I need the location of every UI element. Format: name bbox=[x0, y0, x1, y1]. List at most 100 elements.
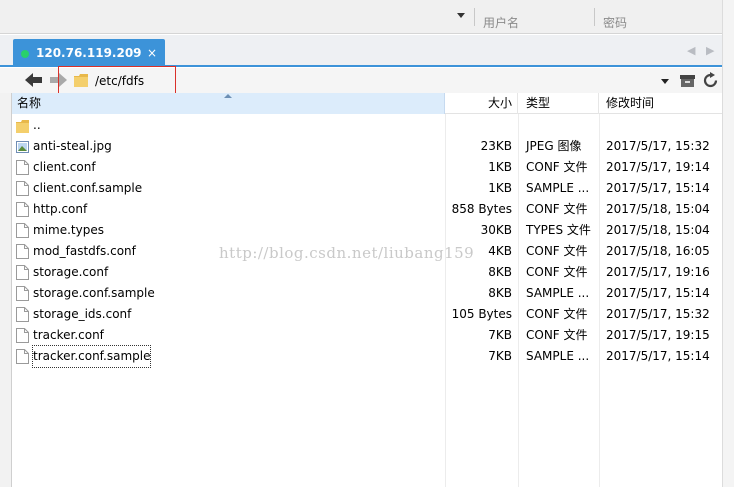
file-icon bbox=[16, 328, 29, 343]
divider bbox=[594, 8, 595, 26]
file-size: 8KB bbox=[488, 265, 512, 279]
file-icon bbox=[16, 223, 29, 238]
session-tab-strip: 120.76.119.209 × ◀ ▶ bbox=[0, 35, 734, 67]
address-bar: /etc/fdfs bbox=[0, 66, 722, 95]
file-name: tracker.conf bbox=[33, 328, 104, 342]
tab-scroll-left-icon[interactable]: ◀ bbox=[687, 44, 695, 57]
file-modified: 2017/5/17, 19:16 bbox=[606, 265, 710, 279]
file-type: TYPES 文件 bbox=[526, 223, 591, 237]
file-icon bbox=[16, 286, 29, 301]
tab-scroll-right-icon[interactable]: ▶ bbox=[706, 44, 714, 57]
vertical-scrollbar[interactable] bbox=[722, 0, 734, 487]
file-size: 23KB bbox=[480, 139, 512, 153]
file-type: CONF 文件 bbox=[526, 160, 588, 174]
file-icon bbox=[16, 244, 29, 259]
file-name: anti-steal.jpg bbox=[33, 139, 112, 153]
folder-icon bbox=[16, 120, 29, 133]
file-modified: 2017/5/18, 15:04 bbox=[606, 202, 710, 216]
file-size: 858 Bytes bbox=[451, 202, 512, 216]
column-header-modified[interactable]: 修改时间 bbox=[600, 93, 722, 114]
file-icon bbox=[16, 181, 29, 196]
file-type: SAMPLE ... bbox=[526, 349, 590, 363]
file-name: client.conf.sample bbox=[33, 181, 143, 195]
file-row[interactable]: mime.types 30KB TYPES 文件 2017/5/18, 15:04 bbox=[12, 220, 722, 241]
file-type: CONF 文件 bbox=[526, 265, 588, 279]
refresh-icon[interactable] bbox=[702, 72, 719, 89]
file-size: 30KB bbox=[480, 223, 512, 237]
column-header-type-label: 类型 bbox=[526, 96, 551, 110]
file-modified: 2017/5/17, 15:14 bbox=[606, 349, 710, 363]
file-row[interactable]: storage.conf.sample 8KB SAMPLE ... 2017/5/1… bbox=[12, 283, 722, 304]
file-type: JPEG 图像 bbox=[526, 139, 582, 153]
back-arrow-icon[interactable] bbox=[25, 73, 43, 87]
left-pane-edge bbox=[0, 93, 12, 487]
file-row[interactable]: storage_ids.conf 105 Bytes CONF 文件 2017/5/1… bbox=[12, 304, 722, 325]
column-header-row: 名称 大小 类型 修改时间 bbox=[12, 93, 722, 114]
file-type: CONF 文件 bbox=[526, 328, 588, 342]
file-row[interactable]: client.conf.sample 1KB SAMPLE ... 2017/5/17… bbox=[12, 178, 722, 199]
file-modified: 2017/5/17, 15:32 bbox=[606, 307, 710, 321]
file-size: 8KB bbox=[488, 286, 512, 300]
file-row[interactable]: anti-steal.jpg 23KB JPEG 图像 2017/5/17, 15:3… bbox=[12, 136, 722, 157]
file-size: 105 Bytes bbox=[451, 307, 512, 321]
session-tab-label: 120.76.119.209 bbox=[36, 46, 142, 60]
file-modified: 2017/5/18, 16:05 bbox=[606, 244, 710, 258]
file-icon bbox=[16, 349, 29, 364]
file-type: SAMPLE ... bbox=[526, 181, 590, 195]
path-highlight-box bbox=[58, 66, 176, 95]
column-header-size[interactable]: 大小 bbox=[446, 93, 518, 114]
file-icon bbox=[16, 160, 29, 175]
file-list: 名称 大小 类型 修改时间 .. anti-steal.jpg 23KB JPEG 图… bbox=[12, 93, 722, 487]
file-row[interactable]: client.conf 1KB CONF 文件 2017/5/17, 19:14 bbox=[12, 157, 722, 178]
file-name: storage_ids.conf bbox=[33, 307, 132, 321]
file-size: 1KB bbox=[488, 160, 512, 174]
host-dropdown-arrow-icon[interactable] bbox=[457, 13, 465, 18]
file-name: storage.conf bbox=[33, 265, 109, 279]
file-row[interactable]: http.conf 858 Bytes CONF 文件 2017/5/18, 15:0… bbox=[12, 199, 722, 220]
file-row[interactable]: mod_fastdfs.conf 4KB CONF 文件 2017/5/18, 16:… bbox=[12, 241, 722, 262]
session-tab[interactable]: 120.76.119.209 × bbox=[13, 39, 165, 67]
file-modified: 2017/5/17, 19:15 bbox=[606, 328, 710, 342]
file-row[interactable]: storage.conf 8KB CONF 文件 2017/5/17, 19:16 bbox=[12, 262, 722, 283]
column-header-type[interactable]: 类型 bbox=[519, 93, 599, 114]
file-type: SAMPLE ... bbox=[526, 286, 590, 300]
column-header-name[interactable]: 名称 bbox=[12, 93, 445, 114]
file-modified: 2017/5/17, 19:14 bbox=[606, 160, 710, 174]
connect-bar: 用户名 密码 bbox=[0, 0, 734, 34]
connected-status-icon bbox=[21, 50, 29, 58]
file-size: 7KB bbox=[488, 328, 512, 342]
file-name: client.conf bbox=[33, 160, 96, 174]
file-icon bbox=[16, 307, 29, 322]
file-name: storage.conf.sample bbox=[33, 286, 155, 300]
file-name: .. bbox=[33, 118, 41, 132]
file-row[interactable]: tracker.conf 7KB CONF 文件 2017/5/17, 19:15 bbox=[12, 325, 722, 346]
sort-ascending-icon bbox=[224, 94, 232, 98]
file-name: tracker.conf.sample bbox=[31, 345, 152, 368]
file-type: CONF 文件 bbox=[526, 202, 588, 216]
file-icon bbox=[16, 265, 29, 280]
file-type: CONF 文件 bbox=[526, 244, 588, 258]
file-modified: 2017/5/17, 15:14 bbox=[606, 286, 710, 300]
file-modified: 2017/5/17, 15:14 bbox=[606, 181, 710, 195]
file-name: http.conf bbox=[33, 202, 88, 216]
file-size: 1KB bbox=[488, 181, 512, 195]
file-type: CONF 文件 bbox=[526, 307, 588, 321]
column-header-modified-label: 修改时间 bbox=[606, 96, 655, 110]
file-row[interactable]: .. bbox=[12, 115, 722, 136]
close-tab-icon[interactable]: × bbox=[147, 46, 157, 60]
divider bbox=[474, 8, 475, 26]
path-dropdown-arrow-icon[interactable] bbox=[661, 79, 669, 84]
file-size: 4KB bbox=[488, 244, 512, 258]
password-field[interactable]: 密码 bbox=[603, 14, 627, 31]
username-field[interactable]: 用户名 bbox=[483, 14, 519, 31]
image-file-icon bbox=[16, 141, 29, 153]
file-name: mime.types bbox=[33, 223, 104, 237]
file-name: mod_fastdfs.conf bbox=[33, 244, 136, 258]
file-modified: 2017/5/17, 15:32 bbox=[606, 139, 710, 153]
column-header-name-label: 名称 bbox=[17, 96, 42, 110]
file-size: 7KB bbox=[488, 349, 512, 363]
column-header-size-label: 大小 bbox=[487, 96, 512, 110]
file-row[interactable]: tracker.conf.sample 7KB SAMPLE ... 2017/5/1… bbox=[12, 345, 722, 368]
file-modified: 2017/5/18, 15:04 bbox=[606, 223, 710, 237]
archive-icon[interactable] bbox=[679, 72, 696, 89]
